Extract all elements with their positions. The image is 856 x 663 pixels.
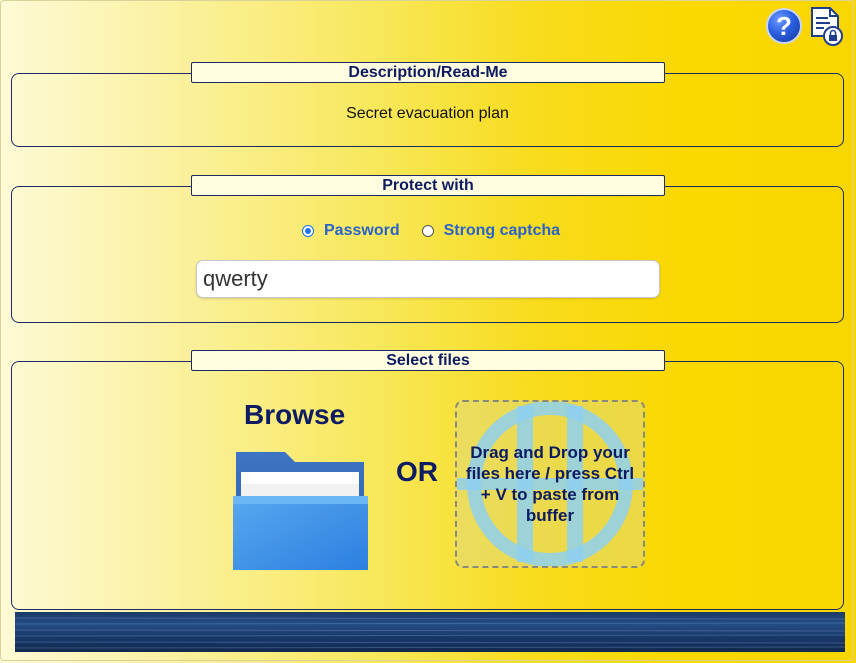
password-radio[interactable]: Password bbox=[302, 222, 400, 240]
help-icon[interactable]: ? bbox=[766, 8, 802, 44]
select-files-section: Select files Browse OR Drag and Drop you… bbox=[11, 350, 844, 610]
description-section: Description/Read-Me Secret evacuation pl… bbox=[11, 62, 844, 147]
protect-section: Protect with Password Strong captcha bbox=[11, 175, 844, 323]
protect-title: Protect with bbox=[191, 175, 665, 196]
description-title: Description/Read-Me bbox=[191, 62, 665, 83]
strong-captcha-radio-label[interactable]: Strong captcha bbox=[444, 222, 560, 240]
or-label: OR bbox=[396, 456, 438, 487]
password-input[interactable] bbox=[196, 260, 660, 298]
top-icon-bar: ? bbox=[766, 6, 844, 46]
browse-label[interactable]: Browse bbox=[244, 399, 345, 431]
radio-checked-icon[interactable] bbox=[302, 225, 314, 237]
radio-unchecked-icon[interactable] bbox=[421, 225, 434, 237]
protect-options: Password Strong captcha bbox=[302, 222, 560, 240]
strong-captcha-radio[interactable]: Strong captcha bbox=[421, 222, 560, 240]
description-text: Secret evacuation plan bbox=[346, 105, 509, 122]
drop-zone-text: Drag and Drop your files here / press Ct… bbox=[465, 443, 635, 525]
password-radio-label[interactable]: Password bbox=[324, 222, 400, 240]
folder-icon[interactable] bbox=[233, 448, 368, 570]
drop-zone[interactable]: Drag and Drop your files here / press Ct… bbox=[455, 400, 645, 568]
footer-water-strip bbox=[15, 612, 845, 652]
select-files-title: Select files bbox=[191, 350, 665, 371]
document-lock-icon[interactable] bbox=[808, 6, 844, 46]
